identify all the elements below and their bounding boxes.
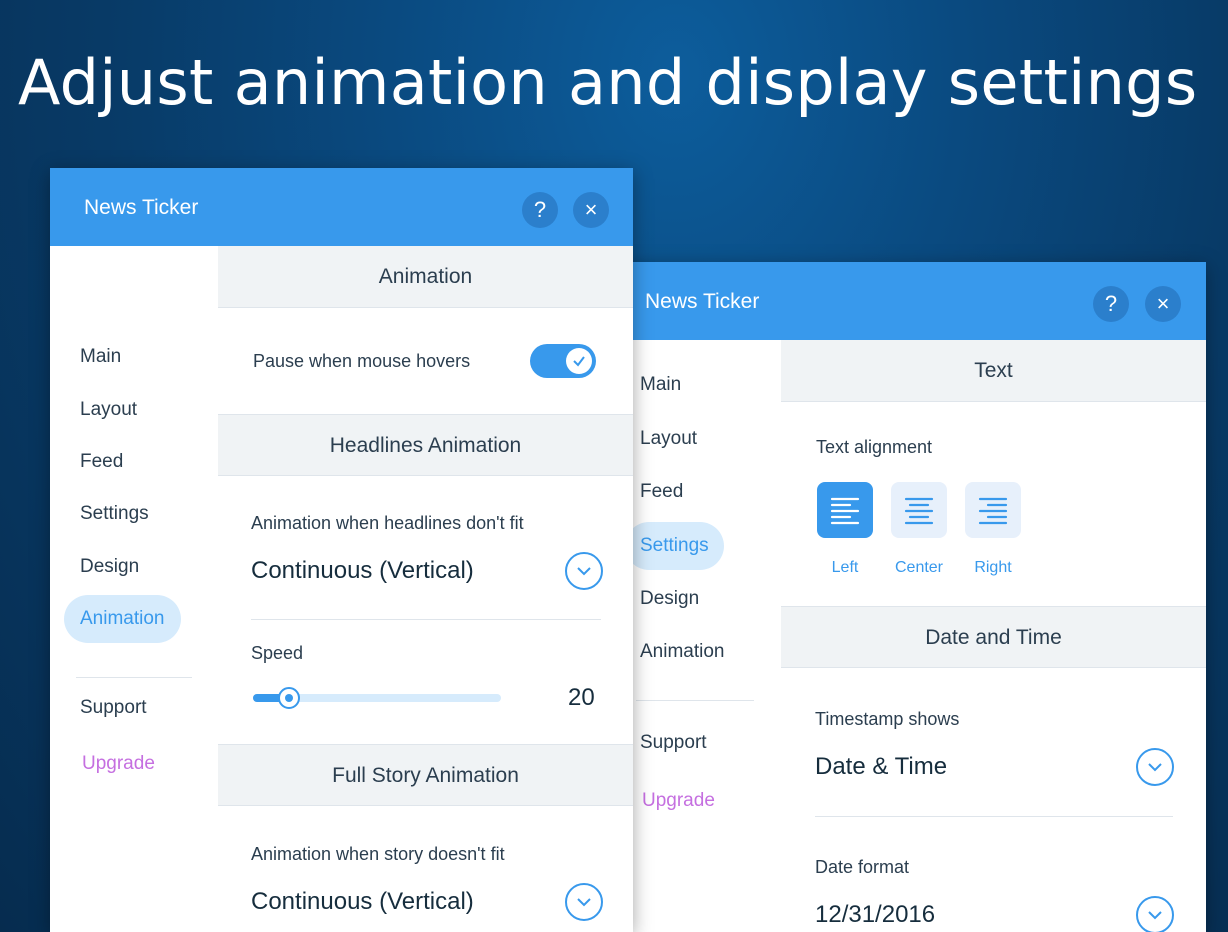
section-header-date-time: Date and Time — [781, 606, 1206, 668]
section-header-headlines-animation: Headlines Animation — [218, 414, 633, 476]
timestamp-dropdown-value[interactable]: Date & Time — [815, 752, 947, 782]
speed-slider[interactable] — [253, 687, 501, 709]
headlines-animation-dropdown-value[interactable]: Continuous (Vertical) — [251, 556, 474, 586]
align-left-icon — [830, 497, 860, 525]
sidebar-item-upgrade[interactable]: Upgrade — [642, 789, 715, 813]
align-left-button[interactable] — [817, 482, 873, 538]
news-ticker-settings-panel: News Ticker ? × Main Layout Feed Setting… — [621, 262, 1206, 932]
panel-header: News Ticker ? × — [621, 262, 1206, 340]
news-ticker-animation-panel: News Ticker ? × Main Layout Feed Setting… — [50, 168, 633, 932]
check-icon — [573, 356, 585, 367]
timestamp-label: Timestamp shows — [815, 709, 960, 729]
headlines-animation-label: Animation when headlines don't fit — [251, 513, 524, 533]
divider — [815, 816, 1173, 817]
sidebar-item-feed[interactable]: Feed — [80, 450, 123, 474]
sidebar-item-layout[interactable]: Layout — [80, 398, 137, 422]
section-header-text: Text — [781, 340, 1206, 402]
sidebar-item-upgrade[interactable]: Upgrade — [82, 752, 155, 776]
full-story-animation-dropdown-value[interactable]: Continuous (Vertical) — [251, 887, 474, 917]
help-button[interactable]: ? — [522, 192, 558, 228]
date-format-label: Date format — [815, 857, 910, 877]
sidebar-item-design[interactable]: Design — [640, 587, 699, 611]
sidebar: Main Layout Feed Settings Design Animati… — [50, 246, 218, 932]
help-icon: ? — [533, 197, 547, 222]
panel-header: News Ticker ? × — [50, 168, 633, 246]
sidebar-item-main[interactable]: Main — [80, 345, 121, 369]
sidebar-item-settings[interactable]: Settings — [625, 522, 724, 570]
close-button[interactable]: × — [573, 192, 609, 228]
sidebar-divider — [636, 700, 754, 701]
align-right-icon — [978, 497, 1008, 525]
toggle-knob — [566, 348, 592, 374]
chevron-down-icon — [577, 567, 591, 576]
help-button[interactable]: ? — [1093, 286, 1129, 322]
chevron-down-icon — [1148, 911, 1162, 920]
close-button[interactable]: × — [1145, 286, 1181, 322]
text-alignment-label: Text alignment — [816, 437, 933, 457]
sidebar-item-animation[interactable]: Animation — [640, 640, 725, 664]
sidebar-item-layout[interactable]: Layout — [640, 427, 697, 451]
align-center-icon — [904, 497, 934, 525]
section-header-full-story-animation: Full Story Animation — [218, 744, 633, 806]
section-header-animation: Animation — [218, 246, 633, 308]
headlines-animation-dropdown-button[interactable] — [565, 552, 603, 590]
animation-content: Animation Pause when mouse hovers Headli… — [218, 246, 633, 932]
sidebar: Main Layout Feed Settings Design Animati… — [621, 340, 781, 932]
chevron-down-icon — [577, 898, 591, 907]
date-format-dropdown-value[interactable]: 12/31/2016 — [815, 900, 935, 930]
full-story-animation-label: Animation when story doesn't fit — [251, 844, 505, 864]
help-icon: ? — [1104, 291, 1118, 316]
sidebar-item-design[interactable]: Design — [80, 555, 139, 579]
speed-value: 20 — [568, 684, 595, 711]
panel-title: News Ticker — [645, 290, 760, 313]
pause-hover-toggle[interactable] — [530, 344, 596, 378]
chevron-down-icon — [1148, 763, 1162, 772]
pause-hover-label: Pause when mouse hovers — [253, 351, 471, 371]
speed-slider-thumb[interactable] — [278, 687, 300, 709]
align-right-label: Right — [974, 559, 1012, 576]
date-format-dropdown-button[interactable] — [1136, 896, 1174, 932]
close-icon: × — [1156, 291, 1170, 316]
sidebar-item-animation[interactable]: Animation — [64, 595, 181, 643]
page-headline: Adjust animation and display settings — [18, 46, 1198, 119]
speed-label: Speed — [251, 643, 304, 663]
sidebar-divider — [76, 677, 192, 678]
panel-title: News Ticker — [84, 196, 199, 219]
close-icon: × — [584, 197, 598, 222]
align-right-button[interactable] — [965, 482, 1021, 538]
align-left-label: Left — [831, 559, 859, 576]
sidebar-item-feed[interactable]: Feed — [640, 480, 683, 504]
settings-content: Text Text alignment Left Center Right Da… — [781, 340, 1206, 932]
timestamp-dropdown-button[interactable] — [1136, 748, 1174, 786]
full-story-animation-dropdown-button[interactable] — [565, 883, 603, 921]
align-center-label: Center — [894, 559, 944, 576]
sidebar-item-main[interactable]: Main — [640, 373, 681, 397]
sidebar-item-support[interactable]: Support — [80, 696, 147, 720]
align-center-button[interactable] — [891, 482, 947, 538]
sidebar-item-support[interactable]: Support — [640, 731, 707, 755]
sidebar-item-settings[interactable]: Settings — [80, 502, 149, 526]
divider — [251, 619, 601, 620]
